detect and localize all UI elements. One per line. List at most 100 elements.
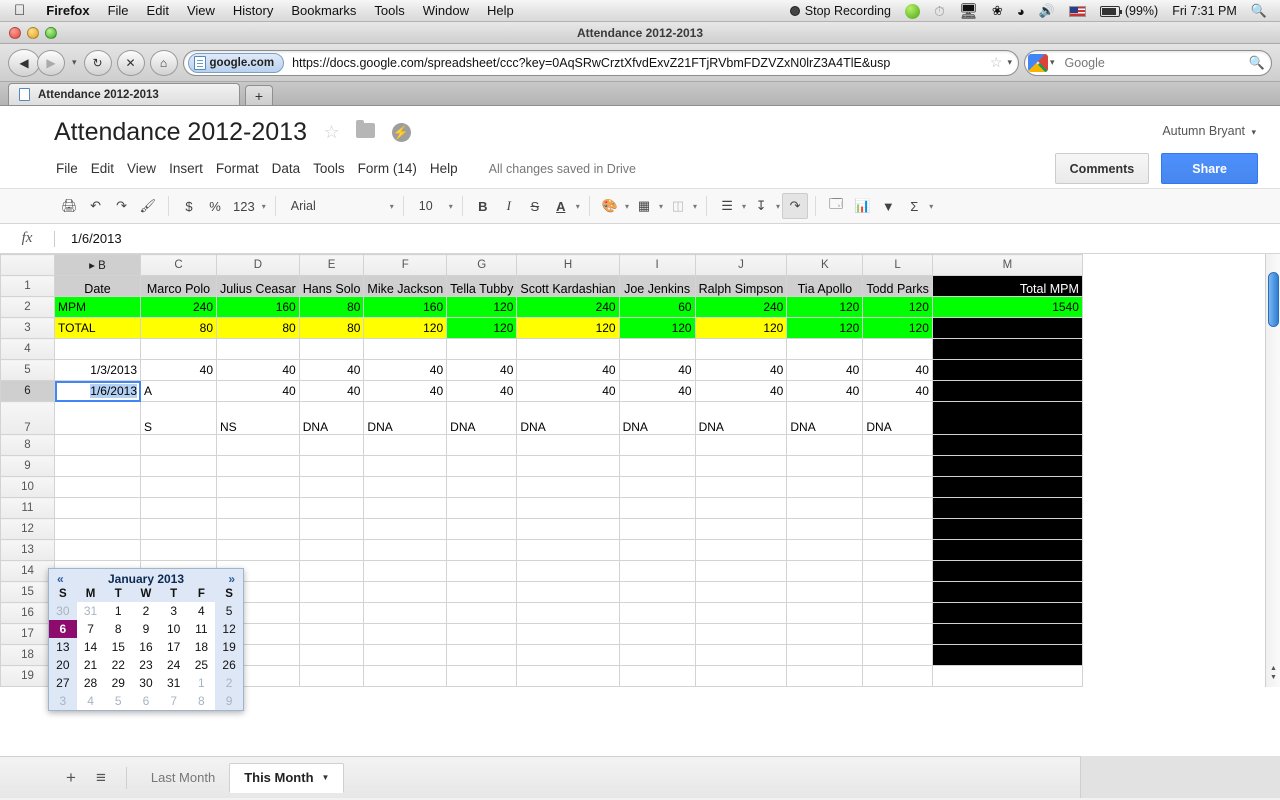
- cell-E16[interactable]: [298, 602, 365, 624]
- cell-M11[interactable]: [931, 497, 1083, 519]
- search-engine-dropdown-icon[interactable]: ▾: [1050, 57, 1055, 68]
- doc-menu-file[interactable]: File: [54, 158, 91, 179]
- cell-I18[interactable]: [618, 644, 696, 666]
- calendar-day[interactable]: 23: [132, 656, 160, 674]
- cell-D5[interactable]: 40: [216, 359, 300, 381]
- cell-M4[interactable]: [931, 338, 1083, 360]
- cell-C4[interactable]: [140, 338, 217, 360]
- battery-item[interactable]: (99%): [1093, 4, 1165, 18]
- cell-K16[interactable]: [786, 602, 864, 624]
- star-icon[interactable]: ☆: [323, 122, 339, 143]
- row-header-8[interactable]: 8: [0, 434, 55, 456]
- menu-item-window[interactable]: Window: [414, 3, 478, 18]
- calendar-day[interactable]: 5: [104, 692, 133, 710]
- calendar-day[interactable]: 6: [132, 692, 160, 710]
- page-title[interactable]: Attendance 2012-2013: [54, 118, 307, 147]
- cell-H4[interactable]: [516, 338, 620, 360]
- cell-H6[interactable]: 40: [516, 380, 620, 402]
- italic-button[interactable]: I: [496, 193, 522, 219]
- percent-format-button[interactable]: %: [202, 193, 228, 219]
- menu-item-edit[interactable]: Edit: [138, 3, 178, 18]
- cell-K18[interactable]: [786, 644, 864, 666]
- cell-F7[interactable]: DNA: [363, 401, 448, 435]
- column-header-B[interactable]: ▸ B: [54, 254, 141, 276]
- horizontal-align-dropdown-icon[interactable]: ▾: [740, 202, 748, 211]
- cell-K11[interactable]: [786, 497, 864, 519]
- cell-J9[interactable]: [694, 455, 788, 477]
- cell-B8[interactable]: [54, 434, 141, 456]
- cell-L15[interactable]: [862, 581, 933, 603]
- menu-item-help[interactable]: Help: [478, 3, 523, 18]
- calendar-day[interactable]: 7: [76, 620, 105, 638]
- bold-button[interactable]: B: [470, 193, 496, 219]
- borders-dropdown-icon[interactable]: ▾: [657, 202, 665, 211]
- calendar-day[interactable]: 31: [76, 602, 105, 620]
- cell-F1[interactable]: Mike Jackson: [363, 275, 448, 297]
- number-format-dropdown-icon[interactable]: ▾: [260, 202, 268, 211]
- bookmark-star-icon[interactable]: ☆: [987, 54, 1006, 71]
- row-header-3[interactable]: 3: [0, 317, 55, 339]
- calendar-day[interactable]: 26: [215, 656, 243, 674]
- cell-C9[interactable]: [140, 455, 217, 477]
- font-size-dropdown-icon[interactable]: ▾: [447, 202, 455, 211]
- calendar-day[interactable]: 28: [76, 674, 105, 692]
- row-header-2[interactable]: 2: [0, 296, 55, 318]
- calendar-day[interactable]: 9: [215, 692, 243, 710]
- cell-I6[interactable]: 40: [618, 380, 696, 402]
- menu-item-bookmarks[interactable]: Bookmarks: [282, 3, 365, 18]
- cell-E7[interactable]: DNA: [298, 401, 365, 435]
- vertical-scrollbar[interactable]: ▲ ▼: [1265, 254, 1280, 687]
- cell-F13[interactable]: [363, 539, 448, 561]
- vertical-align-icon[interactable]: ↧: [748, 193, 774, 219]
- cell-D10[interactable]: [216, 476, 300, 498]
- row-header-5[interactable]: 5: [0, 359, 55, 381]
- cell-M2[interactable]: 1540: [931, 296, 1083, 318]
- cell-K1[interactable]: Tia Apollo: [786, 275, 864, 297]
- row-header-16[interactable]: 16: [0, 602, 55, 624]
- cell-F14[interactable]: [363, 560, 448, 582]
- cell-J19[interactable]: [694, 665, 788, 687]
- cell-C11[interactable]: [140, 497, 217, 519]
- cell-D6[interactable]: 40: [216, 380, 300, 402]
- cell-H7[interactable]: DNA: [516, 401, 620, 435]
- cell-E15[interactable]: [298, 581, 365, 603]
- redo-icon[interactable]: ↷: [109, 193, 135, 219]
- menu-item-file[interactable]: File: [99, 3, 138, 18]
- cell-L7[interactable]: DNA: [862, 401, 933, 435]
- insert-comment-icon[interactable]: 🗔: [823, 193, 849, 219]
- cell-G13[interactable]: [446, 539, 518, 561]
- cell-L11[interactable]: [862, 497, 933, 519]
- column-header-G[interactable]: G: [446, 254, 518, 276]
- calendar-day[interactable]: 8: [187, 692, 216, 710]
- vertical-align-dropdown-icon[interactable]: ▾: [774, 202, 782, 211]
- cell-L10[interactable]: [862, 476, 933, 498]
- offline-bolt-icon[interactable]: ⚡: [391, 123, 411, 142]
- row-header-4[interactable]: 4: [0, 338, 55, 360]
- cell-M19[interactable]: [931, 665, 1083, 687]
- cell-L1[interactable]: Todd Parks: [862, 275, 933, 297]
- cell-E11[interactable]: [298, 497, 365, 519]
- column-header-L[interactable]: L: [862, 254, 933, 276]
- cell-B4[interactable]: [54, 338, 141, 360]
- cell-D1[interactable]: Julius Ceasar: [216, 275, 300, 297]
- reload-button[interactable]: ↻: [83, 49, 112, 76]
- cell-I17[interactable]: [618, 623, 696, 645]
- calendar-day[interactable]: 18: [187, 638, 216, 656]
- cell-G11[interactable]: [446, 497, 518, 519]
- cell-B1[interactable]: Date: [54, 275, 141, 297]
- calendar-day[interactable]: 5: [215, 602, 243, 620]
- currency-format-button[interactable]: $: [176, 193, 202, 219]
- cell-G17[interactable]: [446, 623, 518, 645]
- search-icon[interactable]: 🔍: [1249, 55, 1265, 71]
- calendar-day[interactable]: 29: [104, 674, 133, 692]
- cell-J3[interactable]: 120: [694, 317, 788, 339]
- calendar-day[interactable]: 4: [76, 692, 105, 710]
- cell-B7[interactable]: [54, 401, 141, 435]
- cell-M15[interactable]: [931, 581, 1083, 603]
- vertical-scroll-thumb[interactable]: [1268, 272, 1279, 327]
- volume-icon[interactable]: 🔊: [1032, 3, 1062, 19]
- cell-D2[interactable]: 160: [216, 296, 300, 318]
- cell-G19[interactable]: [446, 665, 518, 687]
- cell-M10[interactable]: [931, 476, 1083, 498]
- formula-input[interactable]: 1/6/2013: [55, 231, 122, 246]
